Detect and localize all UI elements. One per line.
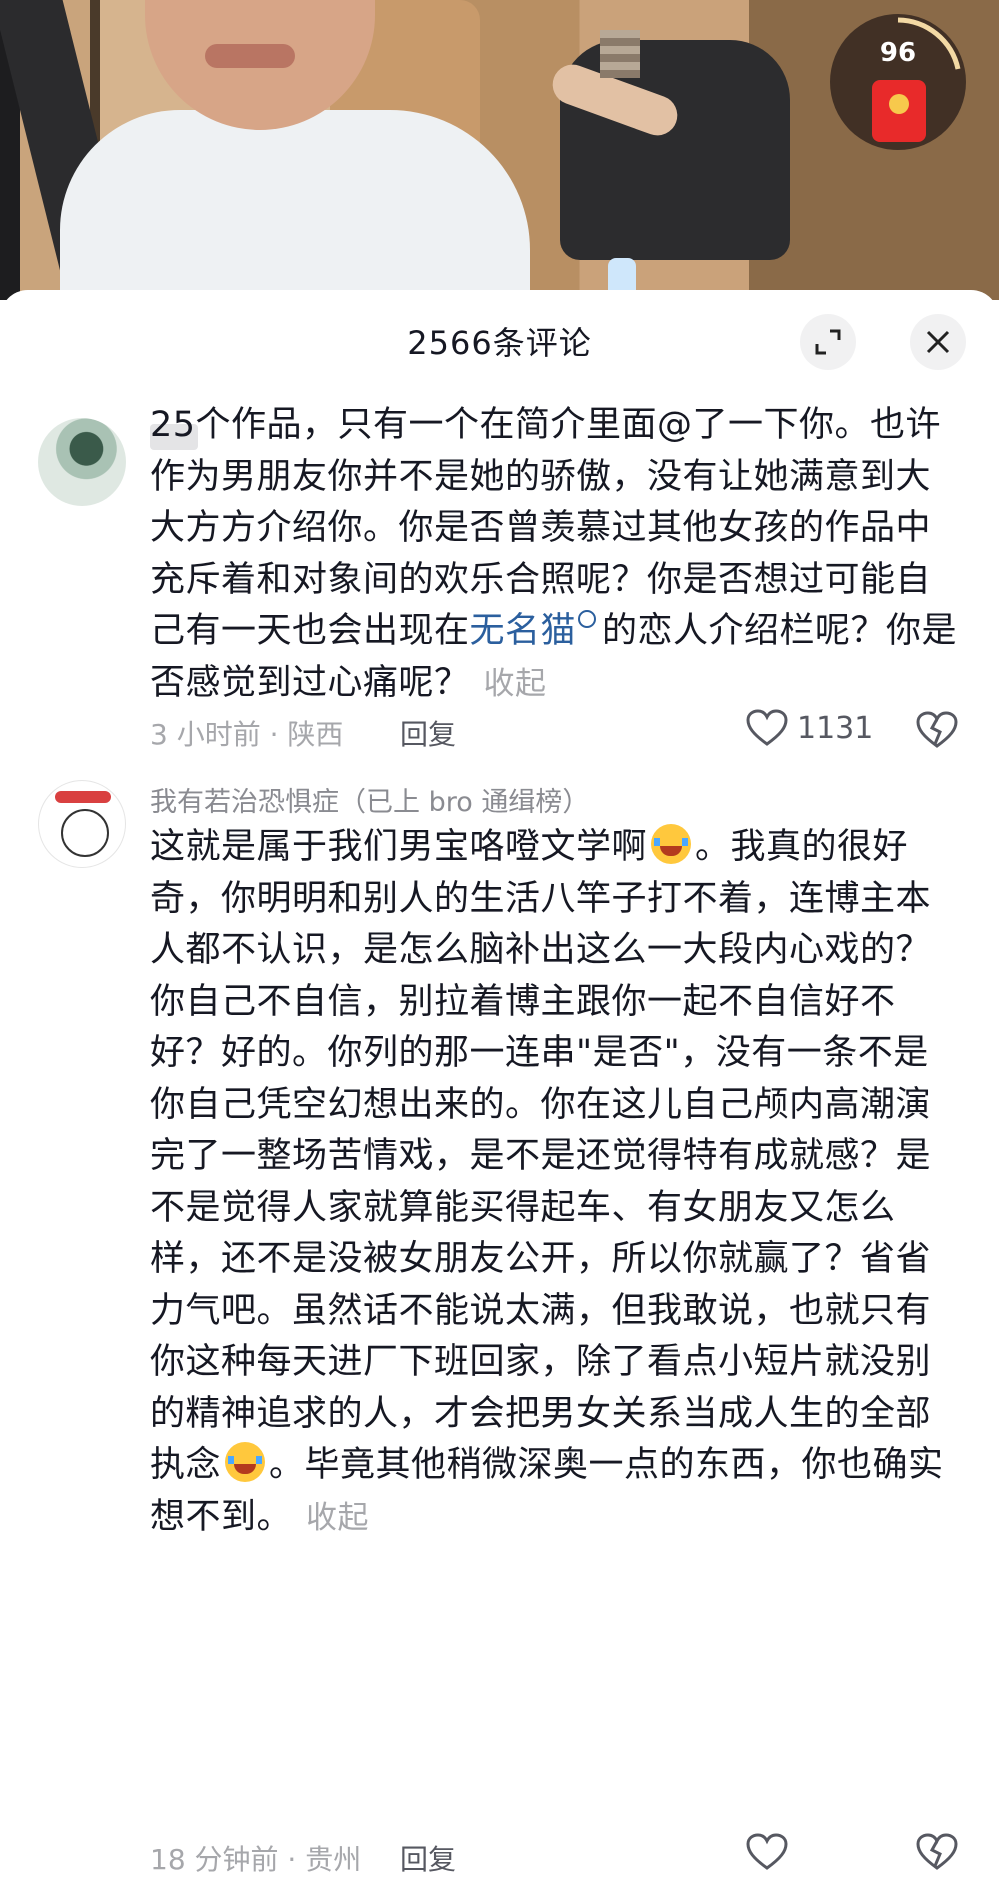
search-link[interactable]: 无名猫 — [470, 611, 577, 651]
comment-text: 这就是属于我们男宝咯噔文学啊 。我真的很好奇，你明明和别人的生活八竿子打不着，连博… — [150, 822, 962, 1544]
dislike-button[interactable] — [915, 1832, 959, 1876]
broken-heart-icon — [916, 711, 958, 748]
heart-icon — [746, 709, 788, 746]
dislike-button[interactable] — [915, 710, 959, 754]
comment-meta: 3 小时前 · 陕西 — [150, 718, 344, 751]
search-icon — [578, 610, 597, 628]
like-count: 1131 — [797, 710, 874, 746]
red-packet-icon — [872, 80, 926, 142]
username[interactable]: 我有若治恐惧症（已上 bro 通缉榜） — [150, 780, 589, 819]
close-icon — [926, 330, 950, 354]
sheet-header: 2566条评论 — [0, 290, 999, 390]
red-packet-count: 96 — [879, 38, 917, 68]
comment-sheet: 2566条评论 25个作品，只有一个在简介里面@了一下你。也许作为男朋友你并不是… — [0, 290, 999, 1876]
comment-text: 25个作品，只有一个在简介里面@了一下你。也许作为男朋友你并不是她的骄傲，没有让… — [150, 400, 962, 710]
avatar-face — [61, 809, 109, 857]
expand-icon — [815, 329, 841, 355]
broken-heart-icon — [916, 1833, 958, 1870]
comment-text-part: 。毕竟其他稍微深奥一点的东西，你也确实想不到。 — [150, 1445, 944, 1537]
heart-icon — [746, 1833, 788, 1870]
collapse-button[interactable]: 收起 — [306, 1500, 369, 1536]
like-button[interactable]: 1131 — [745, 708, 873, 748]
close-button[interactable] — [910, 314, 966, 370]
avatar[interactable] — [38, 780, 126, 868]
tears-of-joy-emoji — [651, 824, 692, 864]
person-shirt — [60, 110, 530, 300]
reply-button[interactable]: 回复 — [400, 1838, 456, 1878]
mosaic-blur — [600, 30, 640, 78]
comment-text-part: 。我真的很好奇，你明明和别人的生活八竿子打不着，连博主本人都不认识，是怎么脑补出… — [150, 827, 932, 1485]
avatar-tag — [55, 791, 111, 803]
expand-button[interactable] — [800, 314, 856, 370]
person-lips — [205, 44, 295, 68]
reply-button[interactable]: 回复 — [400, 713, 456, 753]
collapse-button[interactable]: 收起 — [484, 666, 547, 702]
like-button[interactable] — [745, 1832, 789, 1872]
tears-of-joy-emoji — [225, 1442, 266, 1482]
avatar[interactable] — [38, 418, 126, 506]
comment-meta: 18 分钟前 · 贵州 — [150, 1843, 362, 1876]
red-packet-widget[interactable]: 96 — [830, 14, 970, 154]
comment-text-part: 这就是属于我们男宝咯噔文学啊 — [150, 827, 648, 867]
